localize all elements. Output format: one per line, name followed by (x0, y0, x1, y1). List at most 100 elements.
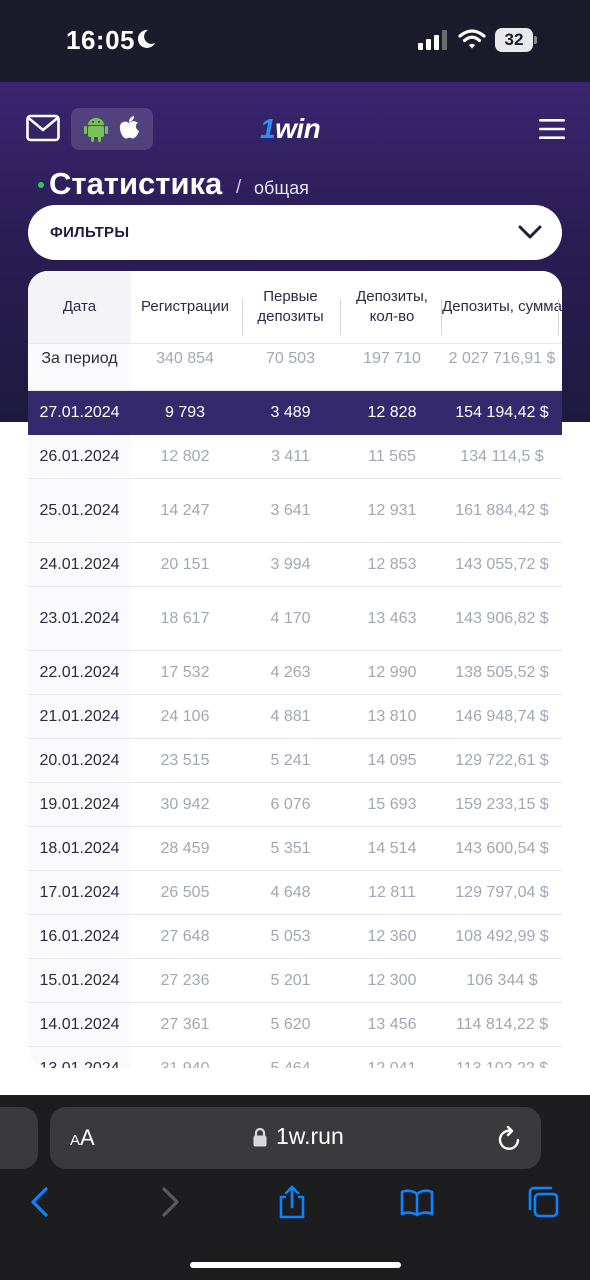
row-registrations: 20 151 (160, 555, 210, 573)
row-registrations: 26 505 (160, 883, 210, 901)
row-date: 21.01.2024 (28, 695, 131, 738)
table-row: 23.01.2024 18 617 4 170 13 463 143 906,82 $ (28, 587, 562, 651)
row-first-deposits: 6 076 (270, 795, 311, 813)
bookmarks-icon[interactable] (400, 1185, 434, 1219)
period-first-deposits: 70 503 (266, 350, 315, 367)
page-title: Статистика (49, 166, 223, 201)
row-date: 16.01.2024 (28, 915, 131, 958)
row-date: 17.01.2024 (28, 871, 131, 914)
row-deposits-sum: 143 906,82 $ (455, 609, 549, 627)
row-deposits-sum: 154 194,42 $ (455, 404, 549, 421)
row-date: 25.01.2024 (28, 479, 131, 542)
row-first-deposits: 3 641 (270, 501, 311, 519)
battery-level: 32 (504, 30, 524, 49)
row-first-deposits: 5 620 (270, 1015, 311, 1033)
share-icon[interactable] (275, 1185, 309, 1219)
row-registrations: 27 236 (160, 971, 210, 989)
row-first-deposits: 3 994 (270, 555, 311, 573)
android-icon[interactable] (84, 116, 108, 142)
row-deposits-sum: 143 600,54 $ (455, 839, 549, 857)
wifi-icon (458, 29, 486, 49)
column-header-registrations[interactable]: Регистрации (131, 271, 239, 343)
row-first-deposits: 4 170 (270, 609, 311, 627)
row-date: 14.01.2024 (28, 1003, 131, 1046)
row-deposits-count: 12 360 (367, 927, 417, 945)
reload-icon[interactable] (497, 1124, 523, 1152)
row-registrations: 17 532 (160, 663, 210, 681)
row-deposits-sum: 161 884,42 $ (455, 501, 549, 519)
row-first-deposits: 3 489 (270, 404, 311, 421)
period-registrations: 340 854 (156, 350, 214, 367)
row-deposits-count: 11 565 (368, 447, 416, 465)
table-header: Дата Регистрации Первые депозиты Депозит… (28, 271, 562, 344)
row-date: 13.01.2024 (28, 1047, 131, 1068)
url-text[interactable]: 1w.run (276, 1123, 344, 1150)
row-first-deposits: 5 464 (270, 1059, 311, 1069)
lock-icon (253, 1127, 267, 1147)
row-deposits-sum: 113 102,22 $ (455, 1059, 549, 1069)
column-divider (558, 299, 559, 335)
row-first-deposits: 5 351 (270, 839, 311, 857)
period-label: За период (28, 344, 131, 390)
hamburger-menu-icon[interactable] (539, 118, 565, 140)
column-header-first-deposits[interactable]: Первые депозиты (239, 271, 342, 343)
breadcrumb-separator: / (236, 177, 242, 198)
row-deposits-count: 12 828 (367, 404, 417, 421)
row-deposits-count: 15 693 (367, 795, 417, 813)
row-deposits-sum: 146 948,74 $ (455, 707, 549, 725)
row-deposits-count: 13 456 (367, 1015, 417, 1033)
back-icon[interactable] (24, 1185, 58, 1219)
row-first-deposits: 5 201 (270, 971, 311, 989)
apple-icon[interactable] (117, 115, 141, 141)
row-registrations: 24 106 (160, 707, 210, 725)
row-registrations: 28 459 (160, 839, 210, 857)
column-header-deposits-sum[interactable]: Депозиты, сумма (442, 271, 562, 343)
tabs-icon[interactable] (526, 1185, 560, 1219)
table-row: 22.01.2024 17 532 4 263 12 990 138 505,52 $ (28, 651, 562, 695)
table-row: 13.01.2024 31 940 5 464 12 041 113 102,22 $ (28, 1047, 562, 1068)
row-first-deposits: 3 411 (271, 447, 310, 465)
table-row: 15.01.2024 27 236 5 201 12 300 106 344 $ (28, 959, 562, 1003)
cellular-signal-icon (418, 30, 447, 50)
table-row: 24.01.2024 20 151 3 994 12 853 143 055,72 $ (28, 543, 562, 587)
table-row: 16.01.2024 27 648 5 053 12 360 108 492,99 $ (28, 915, 562, 959)
statistics-table: Дата Регистрации Первые депозиты Депозит… (28, 271, 562, 1068)
period-total-row: За период 340 854 70 503 197 710 2 027 7… (28, 344, 562, 391)
row-first-deposits: 4 648 (270, 883, 311, 901)
home-indicator (190, 1262, 401, 1268)
row-deposits-sum: 114 814,22 $ (455, 1015, 549, 1033)
text-size-small: A (70, 1132, 81, 1149)
logo-prefix: 1 (260, 113, 276, 144)
row-date: 24.01.2024 (28, 543, 131, 586)
row-date: 23.01.2024 (28, 587, 131, 650)
mail-icon[interactable] (26, 114, 60, 142)
filters-dropdown[interactable]: ФИЛЬТРЫ (28, 205, 562, 260)
column-divider (441, 299, 442, 335)
column-header-date[interactable]: Дата (28, 271, 131, 343)
text-size-button[interactable]: AA (70, 1125, 95, 1151)
previous-tab-preview[interactable] (0, 1107, 38, 1169)
row-deposits-count: 13 463 (367, 609, 417, 627)
row-registrations: 18 617 (160, 609, 210, 627)
row-deposits-sum: 159 233,15 $ (455, 795, 549, 813)
battery-indicator: 32 (495, 28, 537, 52)
row-registrations: 27 648 (160, 927, 210, 945)
table-row: 25.01.2024 14 247 3 641 12 931 161 884,42 $ (28, 479, 562, 543)
forward-icon[interactable] (152, 1185, 186, 1219)
row-date: 18.01.2024 (28, 827, 131, 870)
row-registrations: 30 942 (160, 795, 210, 813)
row-first-deposits: 4 263 (270, 663, 311, 681)
row-deposits-count: 12 811 (368, 883, 416, 901)
brand-logo[interactable]: 1win (260, 113, 321, 145)
table-row-highlighted: 27.01.2024 9 793 3 489 12 828 154 194,42 $ (28, 391, 562, 435)
row-deposits-count: 12 041 (367, 1059, 417, 1069)
row-deposits-count: 12 853 (367, 555, 417, 573)
row-first-deposits: 5 241 (270, 751, 311, 769)
row-deposits-count: 14 514 (367, 839, 417, 857)
row-deposits-sum: 108 492,99 $ (455, 927, 549, 945)
text-size-large: A (80, 1125, 95, 1150)
column-header-deposits-count[interactable]: Депозиты, кол-во (342, 271, 442, 343)
table-row: 20.01.2024 23 515 5 241 14 095 129 722,61 $ (28, 739, 562, 783)
row-registrations: 9 793 (164, 404, 206, 421)
table-row: 19.01.2024 30 942 6 076 15 693 159 233,15 $ (28, 783, 562, 827)
